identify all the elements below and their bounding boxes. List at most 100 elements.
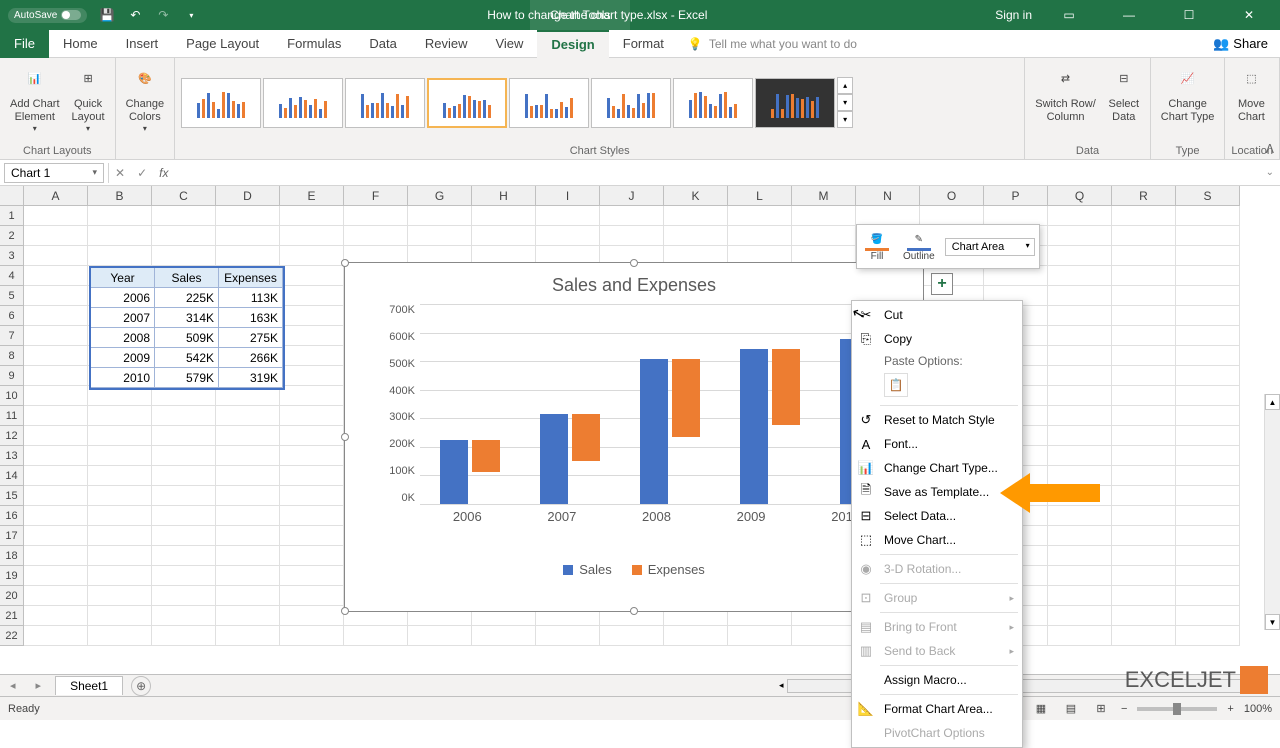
undo-icon[interactable]: ↶ [127,7,143,23]
chart-style-option[interactable] [263,78,343,128]
chart-bar[interactable] [472,440,500,472]
cancel-formula-icon[interactable]: ✕ [109,166,131,180]
row-header[interactable]: 9 [0,366,24,386]
chart-bar[interactable] [440,440,468,504]
hscroll-left-icon[interactable]: ◂ [775,680,788,691]
column-header[interactable]: G [408,186,472,206]
table-cell[interactable]: 275K [219,328,283,348]
redo-icon[interactable]: ↷ [155,7,171,23]
maximize-icon[interactable]: ☐ [1166,0,1212,30]
enter-formula-icon[interactable]: ✓ [131,166,153,180]
vertical-scrollbar[interactable]: ▲ ▼ [1264,394,1280,630]
table-cell[interactable]: 266K [219,348,283,368]
row-header[interactable]: 22 [0,626,24,646]
row-header[interactable]: 11 [0,406,24,426]
row-header[interactable]: 8 [0,346,24,366]
zoom-slider[interactable] [1137,707,1217,711]
chart-bar[interactable] [772,349,800,425]
close-icon[interactable]: ✕ [1226,0,1272,30]
sheet-nav-prev-icon[interactable]: ◂ [0,679,26,692]
tab-insert[interactable]: Insert [112,30,173,58]
name-box[interactable]: Chart 1▾ [4,163,104,183]
style-scroll-button[interactable]: ▾ [837,111,853,128]
share-button[interactable]: 👥 Share [1201,36,1280,52]
chart-bar[interactable] [572,414,600,461]
zoom-out-button[interactable]: − [1121,703,1127,715]
qat-dropdown-icon[interactable]: ▾ [183,7,199,23]
autosave-toggle[interactable]: AutoSave [8,8,87,23]
ctx-assign-macro[interactable]: Assign Macro... [852,668,1022,692]
column-header[interactable]: F [344,186,408,206]
table-cell[interactable]: 2010 [91,368,155,388]
fill-button[interactable]: 🪣 Fill [861,229,893,264]
chart-style-option[interactable] [181,78,261,128]
data-table-selection[interactable]: YearSalesExpenses2006225K113K2007314K163… [89,266,285,390]
save-icon[interactable]: 💾 [99,7,115,23]
sheet-nav-next-icon[interactable]: ▸ [26,679,52,692]
table-cell[interactable]: 2009 [91,348,155,368]
sheet-tab-1[interactable]: Sheet1 [55,676,123,695]
ctx-reset-match-style[interactable]: ↺Reset to Match Style [852,408,1022,432]
column-header[interactable]: Q [1048,186,1112,206]
row-header[interactable]: 12 [0,426,24,446]
paste-icon[interactable]: 📋 [884,373,908,397]
tab-data[interactable]: Data [355,30,410,58]
table-cell[interactable]: 509K [155,328,219,348]
tab-file[interactable]: File [0,30,49,58]
fx-icon[interactable]: fx [153,166,174,180]
tab-view[interactable]: View [481,30,537,58]
row-header[interactable]: 13 [0,446,24,466]
change-colors-button[interactable]: 🎨 Change Colors▾ [122,62,169,136]
column-header[interactable]: C [152,186,216,206]
page-layout-view-icon[interactable]: ▤ [1061,701,1081,717]
row-header[interactable]: 20 [0,586,24,606]
chart-style-option[interactable] [509,78,589,128]
ctx-format-chart-area[interactable]: 📐Format Chart Area... [852,697,1022,721]
row-header[interactable]: 2 [0,226,24,246]
select-data-button[interactable]: ⊟ Select Data [1104,62,1144,126]
tell-me-search[interactable]: 💡 Tell me what you want to do [688,37,1201,51]
ctx-move-chart[interactable]: ⬚Move Chart... [852,528,1022,552]
tab-home[interactable]: Home [49,30,112,58]
column-header[interactable]: E [280,186,344,206]
style-scroll-button[interactable]: ▾ [837,94,853,111]
row-header[interactable]: 5 [0,286,24,306]
row-header[interactable]: 19 [0,566,24,586]
column-header[interactable]: A [24,186,88,206]
chart-title[interactable]: Sales and Expenses [345,263,923,304]
tab-format[interactable]: Format [609,30,678,58]
table-cell[interactable]: 579K [155,368,219,388]
chart-legend[interactable]: Sales Expenses [345,534,923,577]
chart-bar[interactable] [540,414,568,504]
chart-elements-button[interactable]: + [931,273,953,295]
column-header[interactable]: D [216,186,280,206]
row-header[interactable]: 7 [0,326,24,346]
minimize-icon[interactable]: — [1106,0,1152,30]
formula-input[interactable] [174,164,1259,182]
chart-plot-area[interactable]: 700K600K500K400K300K200K100K0K 200620072… [375,304,893,534]
style-scroll-button[interactable]: ▴ [837,77,853,94]
table-cell[interactable]: 163K [219,308,283,328]
column-header[interactable]: B [88,186,152,206]
chart-bar[interactable] [640,359,668,504]
chart-style-option[interactable] [673,78,753,128]
select-all-corner[interactable] [0,186,24,206]
table-cell[interactable]: 319K [219,368,283,388]
chart-object[interactable]: Sales and Expenses 700K600K500K400K300K2… [344,262,924,612]
tab-formulas[interactable]: Formulas [273,30,355,58]
chart-element-selector[interactable]: Chart Area ▾ [945,238,1035,256]
table-header[interactable]: Year [91,268,155,288]
column-header[interactable]: O [920,186,984,206]
column-header[interactable]: R [1112,186,1176,206]
row-header[interactable]: 21 [0,606,24,626]
table-cell[interactable]: 2007 [91,308,155,328]
chart-style-option[interactable] [755,78,835,128]
chart-bar[interactable] [672,359,700,438]
add-sheet-button[interactable]: ⊕ [131,676,151,696]
row-header[interactable]: 17 [0,526,24,546]
ctx-select-data[interactable]: ⊟Select Data... [852,504,1022,528]
column-header[interactable]: H [472,186,536,206]
row-header[interactable]: 18 [0,546,24,566]
ctx-cut[interactable]: ✂Cut [852,303,1022,327]
table-cell[interactable]: 2006 [91,288,155,308]
